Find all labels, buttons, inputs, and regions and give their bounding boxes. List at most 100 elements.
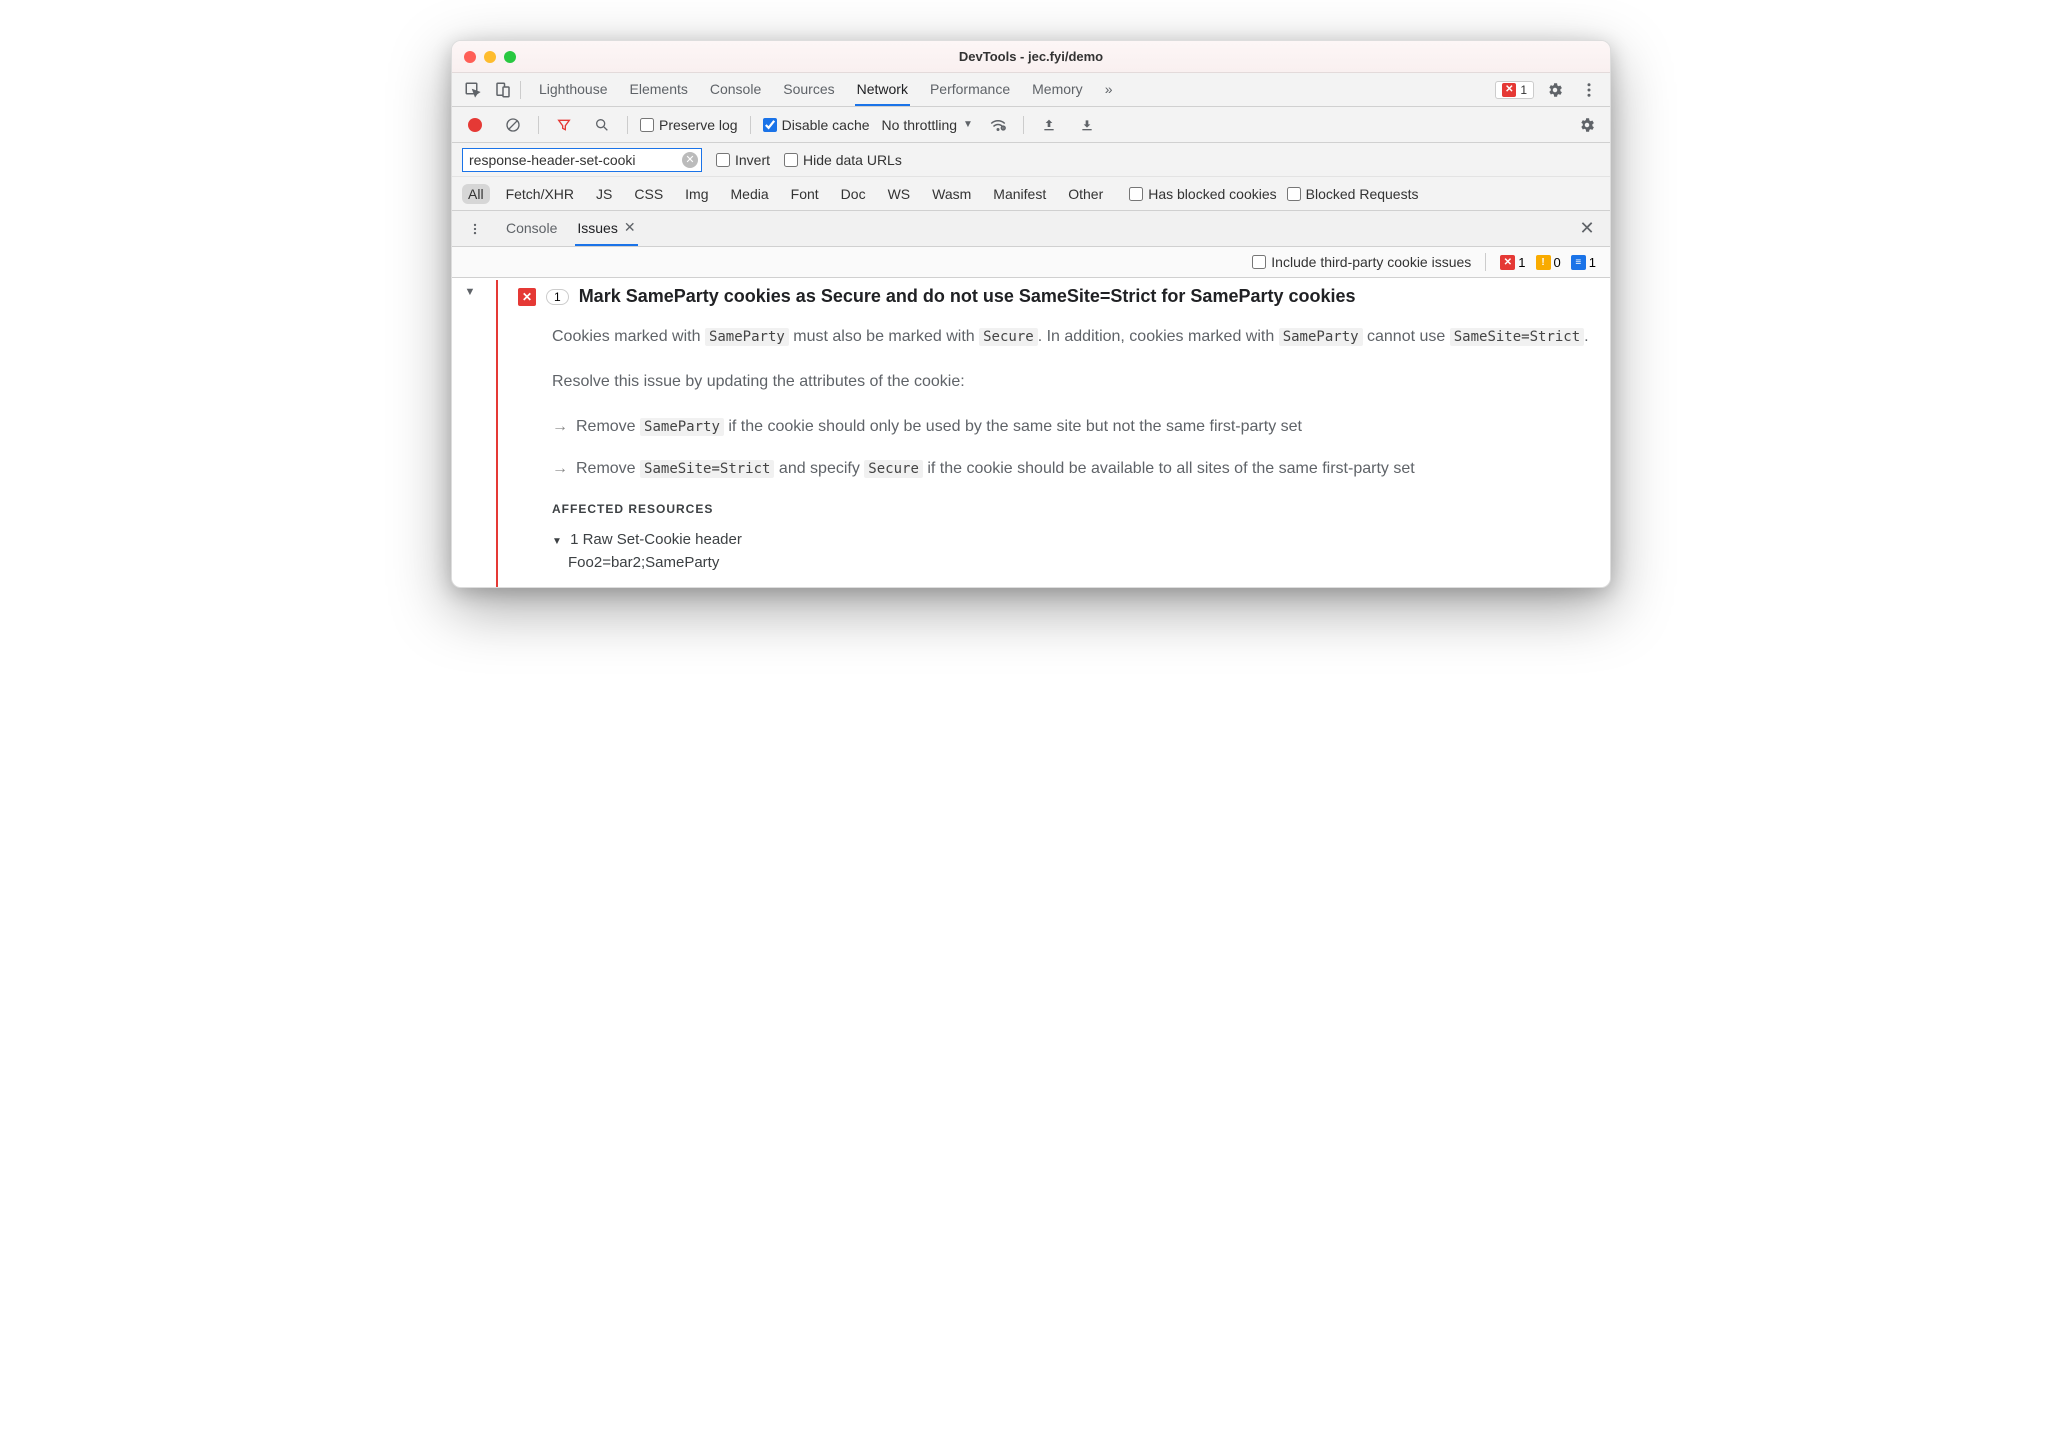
tab-sources[interactable]: Sources: [781, 74, 836, 106]
search-icon[interactable]: [589, 112, 615, 138]
disable-cache-checkbox[interactable]: Disable cache: [763, 117, 870, 133]
divider: [520, 81, 521, 99]
settings-gear-icon[interactable]: [1542, 77, 1568, 103]
text: .: [1584, 328, 1588, 345]
type-wasm[interactable]: Wasm: [926, 184, 977, 204]
text: Cookies marked with: [552, 328, 705, 345]
devtools-window: DevTools - jec.fyi/demo Lighthouse Eleme…: [451, 40, 1611, 588]
issue-severity-line: [496, 280, 498, 587]
info-count-value: 1: [1589, 255, 1596, 270]
warning-count-item[interactable]: ! 0: [1536, 255, 1561, 270]
type-img[interactable]: Img: [679, 184, 714, 204]
device-toolbar-icon[interactable]: [490, 77, 516, 103]
type-doc[interactable]: Doc: [835, 184, 872, 204]
divider: [1485, 253, 1486, 271]
text: if the cookie should be available to all…: [923, 460, 1415, 477]
chevron-down-icon: ▼: [963, 119, 973, 130]
resolution-item: → Remove SameSite=Strict and specify Sec…: [552, 455, 1590, 482]
blocked-requests-checkbox[interactable]: Blocked Requests: [1287, 186, 1419, 202]
network-conditions-icon[interactable]: [985, 112, 1011, 138]
issue-header: ✕ 1 Mark SameParty cookies as Secure and…: [518, 286, 1590, 307]
more-menu-icon[interactable]: [1576, 77, 1602, 103]
main-tabs: Lighthouse Elements Console Sources Netw…: [537, 74, 1491, 106]
type-ws[interactable]: WS: [882, 184, 917, 204]
close-tab-icon[interactable]: ✕: [624, 219, 636, 236]
caret-down-icon: ▼: [552, 536, 562, 547]
tab-network[interactable]: Network: [855, 74, 910, 106]
text: cannot use: [1363, 328, 1450, 345]
affected-resource-value: Foo2=bar2;SameParty: [568, 554, 1590, 571]
blocked-requests-label: Blocked Requests: [1306, 186, 1419, 202]
drawer-tab-console[interactable]: Console: [504, 212, 559, 246]
collapse-caret-icon[interactable]: ▼: [465, 286, 476, 298]
type-font[interactable]: Font: [785, 184, 825, 204]
inspect-element-icon[interactable]: [460, 77, 486, 103]
tab-memory[interactable]: Memory: [1030, 74, 1085, 106]
titlebar: DevTools - jec.fyi/demo: [452, 41, 1610, 73]
clear-button[interactable]: [500, 112, 526, 138]
drawer-close-icon[interactable]: ✕: [1574, 216, 1600, 242]
upload-har-icon[interactable]: [1036, 112, 1062, 138]
code: SameSite=Strict: [640, 460, 774, 478]
type-js[interactable]: JS: [590, 184, 618, 204]
type-all[interactable]: All: [462, 184, 490, 204]
affected-resource-item[interactable]: ▼ 1 Raw Set-Cookie header: [552, 526, 1590, 555]
issue-count-pill: 1: [546, 289, 569, 305]
download-har-icon[interactable]: [1074, 112, 1100, 138]
minimize-window-button[interactable]: [484, 51, 496, 63]
filter-toggle-icon[interactable]: [551, 112, 577, 138]
error-count-badge[interactable]: ✕ 1: [1495, 81, 1534, 99]
filter-row: ✕ Invert Hide data URLs: [452, 143, 1610, 177]
drawer-tabs: Console Issues ✕ ✕: [452, 211, 1610, 247]
type-media[interactable]: Media: [725, 184, 775, 204]
close-window-button[interactable]: [464, 51, 476, 63]
issues-toolbar: Include third-party cookie issues ✕ 1 ! …: [452, 247, 1610, 278]
resolution-item: → Remove SameParty if the cookie should …: [552, 413, 1590, 440]
text: must also be marked with: [789, 328, 979, 345]
warning-count-value: 0: [1554, 255, 1561, 270]
throttling-value: No throttling: [882, 117, 957, 133]
type-css[interactable]: CSS: [628, 184, 669, 204]
drawer-tab-issues[interactable]: Issues ✕: [575, 211, 637, 246]
text: Remove: [576, 460, 640, 477]
tab-console[interactable]: Console: [708, 74, 763, 106]
resource-types-row: All Fetch/XHR JS CSS Img Media Font Doc …: [452, 177, 1610, 211]
type-other[interactable]: Other: [1062, 184, 1109, 204]
hide-data-urls-label: Hide data URLs: [803, 152, 902, 168]
arrow-icon: →: [552, 413, 568, 440]
tab-performance[interactable]: Performance: [928, 74, 1012, 106]
maximize-window-button[interactable]: [504, 51, 516, 63]
preserve-log-label: Preserve log: [659, 117, 738, 133]
hide-data-urls-checkbox[interactable]: Hide data URLs: [784, 152, 902, 168]
preserve-log-checkbox[interactable]: Preserve log: [640, 117, 738, 133]
text: Resolve this issue by updating the attri…: [552, 368, 1590, 395]
clear-filter-icon[interactable]: ✕: [682, 152, 698, 168]
tabs-overflow[interactable]: »: [1103, 74, 1115, 106]
issue-description: Cookies marked with SameParty must also …: [552, 323, 1590, 482]
warning-square-icon: !: [1536, 255, 1551, 270]
throttling-select[interactable]: No throttling ▼: [882, 117, 973, 133]
traffic-lights: [464, 51, 516, 63]
code: Secure: [864, 460, 923, 478]
invert-checkbox[interactable]: Invert: [716, 152, 770, 168]
record-button[interactable]: [462, 112, 488, 138]
affected-resources-heading: AFFECTED RESOURCES: [552, 502, 1590, 516]
disable-cache-label: Disable cache: [782, 117, 870, 133]
tab-lighthouse[interactable]: Lighthouse: [537, 74, 610, 106]
drawer-more-icon[interactable]: [462, 216, 488, 242]
info-count-item[interactable]: ≡ 1: [1571, 255, 1596, 270]
text: if the cookie should only be used by the…: [724, 418, 1302, 435]
has-blocked-cookies-checkbox[interactable]: Has blocked cookies: [1129, 186, 1276, 202]
network-settings-gear-icon[interactable]: [1574, 112, 1600, 138]
tab-elements[interactable]: Elements: [628, 74, 690, 106]
type-fetch-xhr[interactable]: Fetch/XHR: [500, 184, 580, 204]
type-manifest[interactable]: Manifest: [987, 184, 1052, 204]
filter-input[interactable]: [462, 148, 702, 172]
error-count-item[interactable]: ✕ 1: [1500, 255, 1525, 270]
include-third-party-checkbox[interactable]: Include third-party cookie issues: [1252, 254, 1471, 270]
code: SameParty: [705, 328, 789, 346]
issue-counts: ✕ 1 ! 0 ≡ 1: [1500, 255, 1596, 270]
issue-error-icon: ✕: [518, 288, 536, 306]
error-count: 1: [1520, 83, 1527, 97]
filter-input-wrap: ✕: [462, 148, 702, 172]
